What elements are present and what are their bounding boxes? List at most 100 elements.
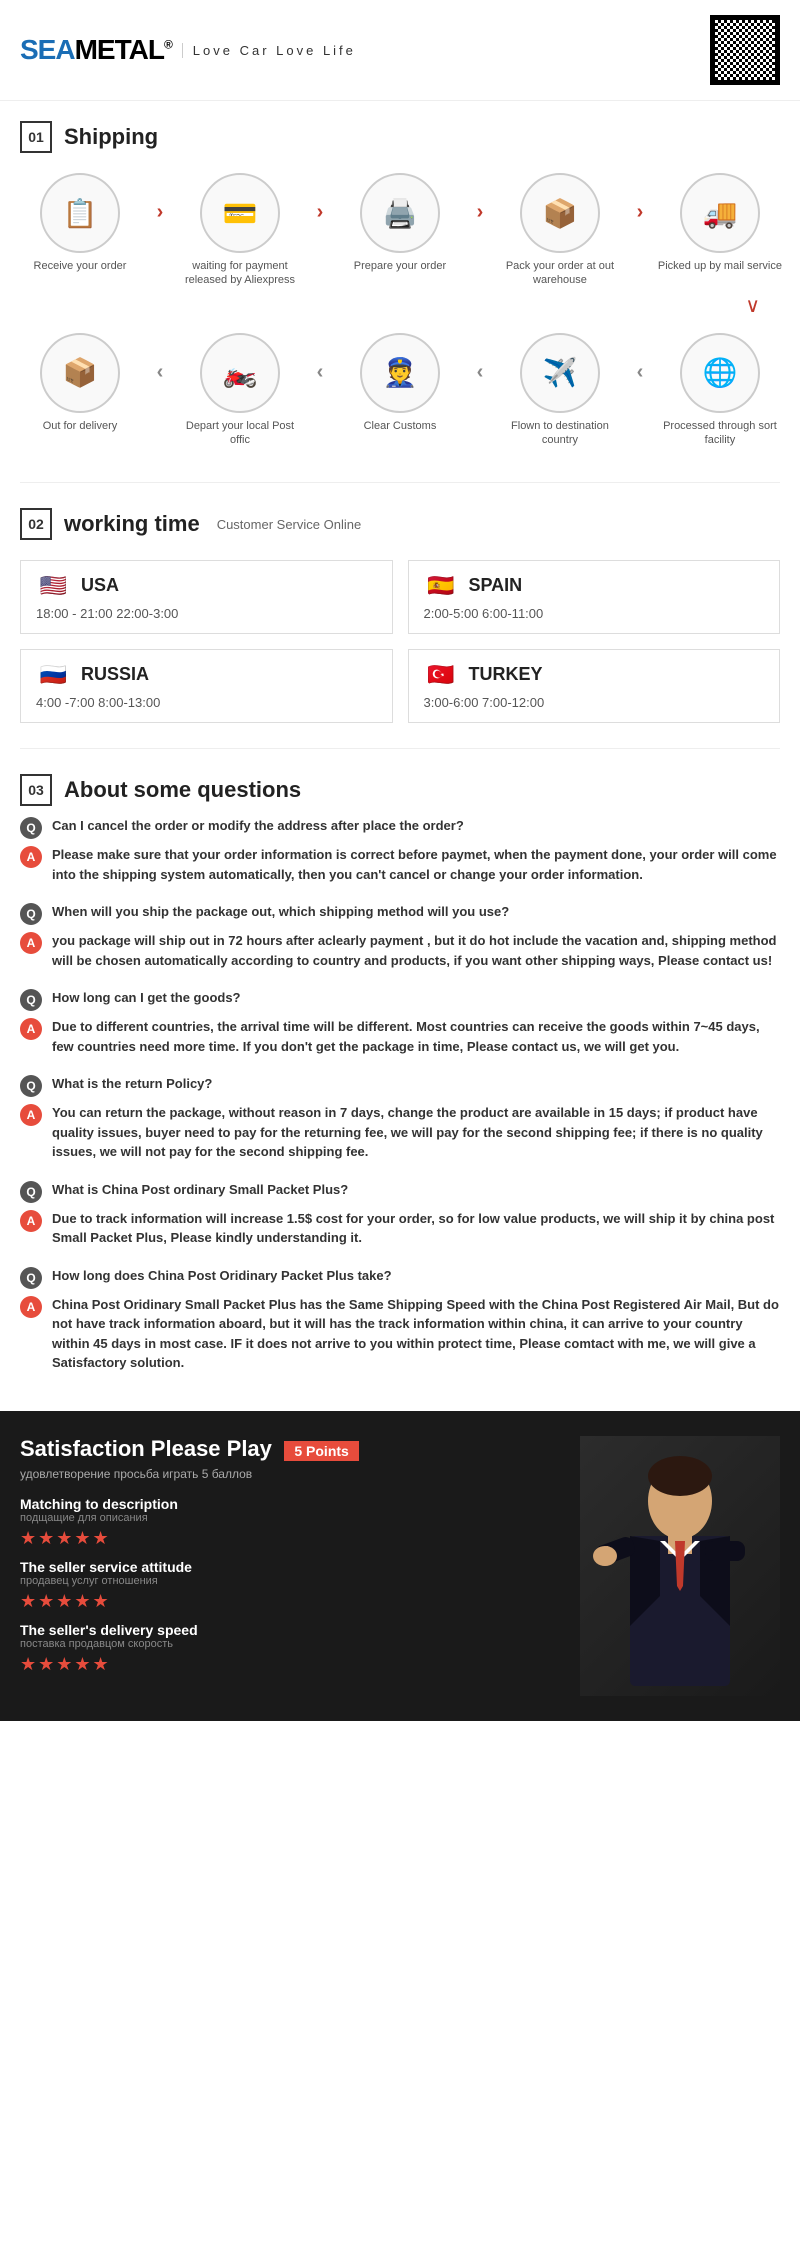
rating-subtitle-2: продавец услуг отношения bbox=[20, 1575, 560, 1587]
rating-title-2: The seller service attitude bbox=[20, 1559, 560, 1575]
pack-icon: 📦 bbox=[543, 197, 578, 230]
arrow-2: › bbox=[317, 201, 324, 224]
rating-subtitle-1: подщащие для описания bbox=[20, 1512, 560, 1524]
ship-circle-6: 📦 bbox=[40, 333, 120, 413]
qa-question-1: Q Can I cancel the order or modify the a… bbox=[20, 816, 780, 839]
turkey-name: TURKEY bbox=[469, 664, 543, 685]
qa-question-6: Q How long does China Post Oridinary Pac… bbox=[20, 1266, 780, 1289]
a-badge-3: A bbox=[20, 1018, 42, 1040]
ship-label-10: Processed through sort facility bbox=[655, 419, 785, 448]
rating-item-2: The seller service attitude продавец усл… bbox=[20, 1559, 560, 1612]
arrow-down: ∨ bbox=[10, 293, 790, 318]
turkey-hours: 3:00-6:00 7:00-12:00 bbox=[424, 695, 765, 710]
ship-label-4: Pack your order at out warehouse bbox=[495, 259, 625, 288]
divider-2 bbox=[20, 748, 780, 749]
stars-1: ★★★★★ bbox=[20, 1528, 560, 1549]
logo-metal: METAL bbox=[75, 34, 164, 65]
qa-item-2: Q When will you ship the package out, wh… bbox=[20, 902, 780, 970]
spain-name-row: 🇪🇸 SPAIN bbox=[424, 573, 765, 598]
shipping-section-header: 01 Shipping bbox=[0, 101, 800, 163]
rating-title-1: Matching to description bbox=[20, 1496, 560, 1512]
working-section: 🇺🇸 USA 18:00 - 21:00 22:00-3:00 🇪🇸 SPAIN… bbox=[0, 560, 800, 743]
ship-label-3: Prepare your order bbox=[354, 259, 446, 273]
header: SEAMETAL® Love Car Love Life bbox=[0, 0, 800, 101]
ship-item-2: 💳 waiting for payment released by Aliexp… bbox=[175, 173, 305, 288]
usa-name-row: 🇺🇸 USA bbox=[36, 573, 377, 598]
logo-sea: SEA bbox=[20, 34, 75, 65]
q-badge-6: Q bbox=[20, 1267, 42, 1289]
working-subtitle: Customer Service Online bbox=[217, 517, 362, 532]
russia-flag-icon: 🇷🇺 bbox=[36, 662, 71, 687]
ship-circle-2: 💳 bbox=[200, 173, 280, 253]
shipping-title: Shipping bbox=[64, 124, 158, 150]
arrow-1: › bbox=[157, 201, 164, 224]
q-text-3: How long can I get the goods? bbox=[52, 988, 241, 1008]
a-text-4: You can return the package, without reas… bbox=[52, 1103, 780, 1162]
ship-circle-3: 🖨️ bbox=[360, 173, 440, 253]
person-svg bbox=[590, 1436, 770, 1696]
russia-name-row: 🇷🇺 RUSSIA bbox=[36, 662, 377, 687]
russia-name: RUSSIA bbox=[81, 664, 149, 685]
ship-circle-9: ✈️ bbox=[520, 333, 600, 413]
ship-circle-5: 🚚 bbox=[680, 173, 760, 253]
a-text-1: Please make sure that your order informa… bbox=[52, 845, 780, 884]
qa-item-1: Q Can I cancel the order or modify the a… bbox=[20, 816, 780, 884]
arrow-6: ‹ bbox=[317, 361, 324, 384]
q-badge-2: Q bbox=[20, 903, 42, 925]
spain-flag-icon: 🇪🇸 bbox=[424, 573, 459, 598]
ship-circle-4: 📦 bbox=[520, 173, 600, 253]
qa-answer-5: A Due to track information will increase… bbox=[20, 1209, 780, 1248]
post-icon: 🏍️ bbox=[223, 356, 258, 389]
ship-circle-7: 🏍️ bbox=[200, 333, 280, 413]
a-badge-5: A bbox=[20, 1210, 42, 1232]
q-text-2: When will you ship the package out, whic… bbox=[52, 902, 509, 922]
q-text-4: What is the return Policy? bbox=[52, 1074, 212, 1094]
spain-hours: 2:00-5:00 6:00-11:00 bbox=[424, 606, 765, 621]
country-card-spain: 🇪🇸 SPAIN 2:00-5:00 6:00-11:00 bbox=[408, 560, 781, 634]
q-badge-5: Q bbox=[20, 1181, 42, 1203]
q-badge-4: Q bbox=[20, 1075, 42, 1097]
a-badge-4: A bbox=[20, 1104, 42, 1126]
arrow-8: ‹ bbox=[637, 361, 644, 384]
qa-question-2: Q When will you ship the package out, wh… bbox=[20, 902, 780, 925]
satisfaction-title-row: Satisfaction Please Play 5 Points bbox=[20, 1436, 560, 1462]
arrow-7: ‹ bbox=[477, 361, 484, 384]
satisfaction-subtitle: удовлетворение просьба играть 5 баллов bbox=[20, 1467, 560, 1481]
qa-item-3: Q How long can I get the goods? A Due to… bbox=[20, 988, 780, 1056]
arrow-5: ‹ bbox=[157, 361, 164, 384]
ship-label-8: Clear Customs bbox=[364, 419, 437, 433]
logo: SEAMETAL® bbox=[20, 34, 172, 66]
shipping-row-1: 📋 Receive your order › 💳 waiting for pay… bbox=[10, 163, 790, 298]
rating-item-3: The seller's delivery speed поставка про… bbox=[20, 1622, 560, 1675]
a-badge-6: A bbox=[20, 1296, 42, 1318]
questions-section-header: 03 About some questions bbox=[0, 754, 800, 816]
ship-label-5: Picked up by mail service bbox=[658, 259, 782, 273]
shipping-row-2: 📦 Out for delivery ‹ 🏍️ Depart your loca… bbox=[10, 323, 790, 458]
ship-label-1: Receive your order bbox=[34, 259, 127, 273]
payment-icon: 💳 bbox=[223, 197, 258, 230]
section-num-01: 01 bbox=[20, 121, 52, 153]
q-text-1: Can I cancel the order or modify the add… bbox=[52, 816, 464, 836]
ship-item-3: 🖨️ Prepare your order bbox=[335, 173, 465, 273]
satisfaction-section: Satisfaction Please Play 5 Points удовле… bbox=[0, 1411, 800, 1721]
a-text-5: Due to track information will increase 1… bbox=[52, 1209, 780, 1248]
usa-flag-icon: 🇺🇸 bbox=[36, 573, 71, 598]
country-grid: 🇺🇸 USA 18:00 - 21:00 22:00-3:00 🇪🇸 SPAIN… bbox=[20, 560, 780, 723]
qr-image bbox=[715, 20, 775, 80]
a-text-3: Due to different countries, the arrival … bbox=[52, 1017, 780, 1056]
a-text-2: you package will ship out in 72 hours af… bbox=[52, 931, 780, 970]
qa-answer-2: A you package will ship out in 72 hours … bbox=[20, 931, 780, 970]
qa-item-5: Q What is China Post ordinary Small Pack… bbox=[20, 1180, 780, 1248]
satisfaction-person-image bbox=[580, 1436, 780, 1696]
q-badge-3: Q bbox=[20, 989, 42, 1011]
rating-title-3: The seller's delivery speed bbox=[20, 1622, 560, 1638]
satisfaction-title: Satisfaction Please Play bbox=[20, 1436, 272, 1461]
ship-item-10: 🌐 Processed through sort facility bbox=[655, 333, 785, 448]
ship-item-9: ✈️ Flown to destination country bbox=[495, 333, 625, 448]
qr-code bbox=[710, 15, 780, 85]
country-card-turkey: 🇹🇷 TURKEY 3:00-6:00 7:00-12:00 bbox=[408, 649, 781, 723]
spain-name: SPAIN bbox=[469, 575, 523, 596]
a-text-6: China Post Oridinary Small Packet Plus h… bbox=[52, 1295, 780, 1373]
ship-label-9: Flown to destination country bbox=[495, 419, 625, 448]
ship-circle-8: 👮 bbox=[360, 333, 440, 413]
